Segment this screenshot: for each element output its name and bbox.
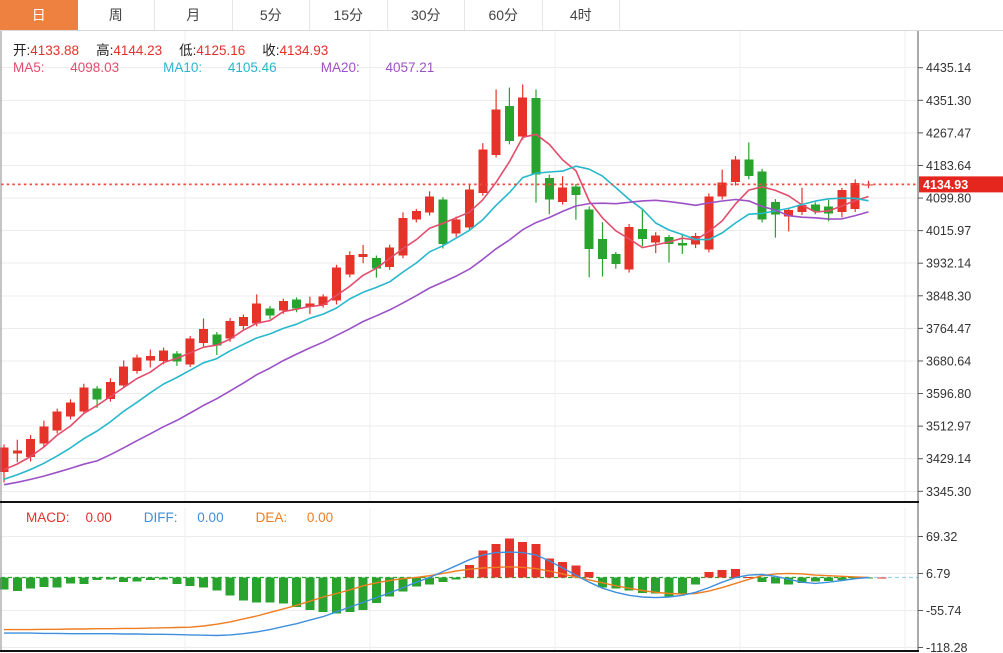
axis-tick-label: 4099.80 [926,192,971,206]
ma20-line [4,200,869,485]
axis-tick-label: 69.32 [926,530,957,544]
kline-chart-app: 日周月5分15分30分60分4时 4435.14 4351.30 4267.47 41… [0,0,1003,653]
candlestick-series [0,84,873,482]
tab-m5[interactable]: 5分 [233,0,311,30]
last-price-badge: 4134.93 [919,176,1003,192]
axis-tick-label: 3512.97 [926,420,971,434]
axis-tick-label: 4015.97 [926,224,971,238]
tab-h4[interactable]: 4时 [543,0,621,30]
axis-tick-label: 4267.47 [926,126,971,140]
last-price-badge-text: 4134.93 [923,178,968,192]
tab-week[interactable]: 周 [78,0,156,30]
axis-tick-label: 4183.64 [926,159,971,173]
axis-tick-label: 4351.30 [926,94,971,108]
tab-m15[interactable]: 15分 [310,0,388,30]
macd-lines [4,552,869,635]
gridlines [1,30,918,651]
price-axis: 4435.14 4351.30 4267.47 4183.64 4099.80 4015.… [918,61,971,499]
axis-tick-label: 6.79 [926,567,950,581]
ma-lines [4,134,869,484]
tab-m30[interactable]: 30分 [388,0,466,30]
axis-tick-label: 3429.14 [926,452,971,466]
axis-tick-label: 4435.14 [926,61,971,75]
axis-tick-label: 3680.64 [926,354,971,368]
tab-m60[interactable]: 60分 [465,0,543,30]
axis-frame [0,30,919,651]
timeframe-tabbar: 日周月5分15分30分60分4时 [0,0,1003,31]
axis-tick-label: 3932.14 [926,257,971,271]
axis-tick-label: 3345.30 [926,485,971,499]
macd-axis: 69.32 6.79 -55.74 -118.28 [918,530,968,653]
axis-tick-label: 3764.47 [926,322,971,336]
axis-tick-label: -118.28 [926,641,968,653]
axis-tick-label: -55.74 [926,604,961,618]
macd-histogram [0,538,886,613]
chart-canvas[interactable]: 4435.14 4351.30 4267.47 4183.64 4099.80 4015.… [0,0,1003,653]
tab-month[interactable]: 月 [155,0,233,30]
ma10-line [4,166,869,479]
tab-day[interactable]: 日 [0,0,78,30]
axis-tick-label: 3596.80 [926,387,971,401]
axis-tick-label: 3848.30 [926,289,971,303]
dif-line [4,552,869,635]
